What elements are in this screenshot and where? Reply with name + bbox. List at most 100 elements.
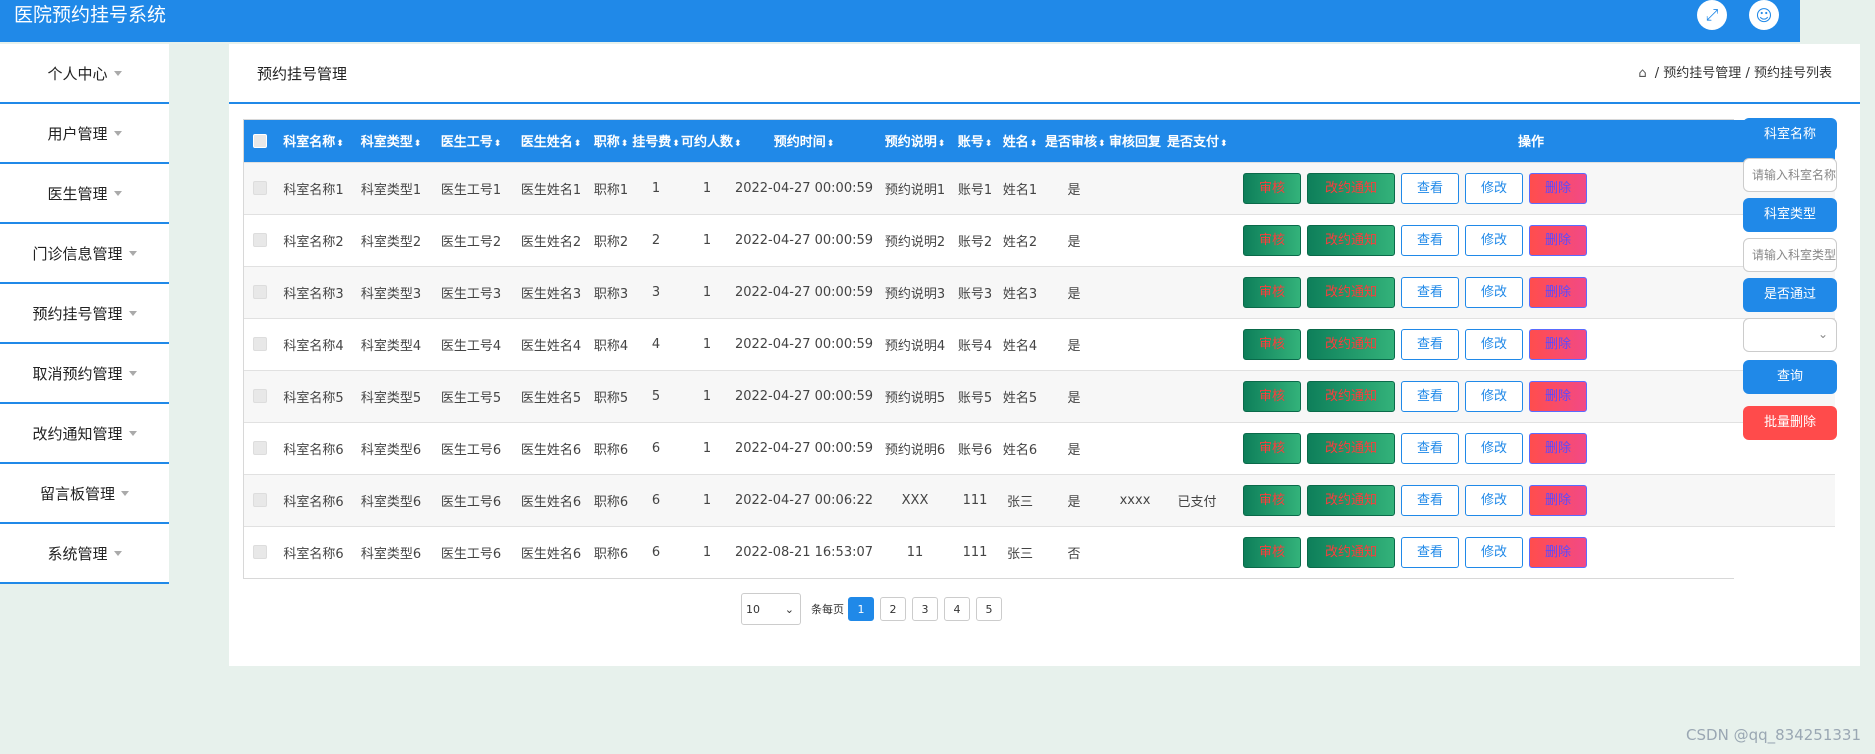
column-header[interactable]: 可约人数⬍	[681, 120, 742, 162]
delete-button[interactable]: 删除	[1529, 484, 1587, 516]
edit-button[interactable]: 修改	[1465, 172, 1523, 204]
home-icon[interactable]: ⌂	[1638, 66, 1646, 81]
sidebar-item[interactable]: 系统管理	[0, 524, 169, 584]
sort-icon[interactable]: ⬍	[938, 139, 946, 149]
row-checkbox[interactable]	[253, 337, 267, 351]
sidebar-item[interactable]: 改约通知管理	[0, 404, 169, 464]
view-button[interactable]: 查看	[1401, 224, 1459, 256]
sidebar-item[interactable]: 门诊信息管理	[0, 224, 169, 284]
delete-button[interactable]: 删除	[1529, 328, 1587, 360]
page-button[interactable]: 3	[912, 597, 938, 621]
column-header[interactable]: 挂号费⬍	[631, 120, 681, 162]
expand-icon[interactable]: ⤢	[1697, 0, 1727, 30]
sort-icon[interactable]: ⬍	[1220, 139, 1228, 149]
user-icon[interactable]: ☺	[1749, 0, 1779, 30]
column-header[interactable]: 姓名⬍	[995, 120, 1045, 162]
reschedule-notify-button[interactable]: 改约通知	[1307, 224, 1395, 256]
breadcrumb-level1[interactable]: 预约挂号管理	[1663, 66, 1741, 81]
sort-icon[interactable]: ⬍	[672, 139, 680, 149]
audit-button[interactable]: 审核	[1243, 432, 1301, 464]
audit-button[interactable]: 审核	[1243, 484, 1301, 516]
reschedule-notify-button[interactable]: 改约通知	[1307, 328, 1395, 360]
row-checkbox[interactable]	[253, 545, 267, 560]
column-header[interactable]: 科室名称⬍	[276, 120, 351, 162]
batch-delete-button[interactable]: 批量删除	[1743, 406, 1837, 440]
sort-icon[interactable]: ⬍	[985, 139, 993, 149]
delete-button[interactable]: 删除	[1529, 276, 1587, 308]
audit-button[interactable]: 审核	[1243, 224, 1301, 256]
sidebar-item[interactable]: 个人中心	[0, 44, 169, 104]
edit-button[interactable]: 修改	[1465, 328, 1523, 360]
audit-button[interactable]: 审核	[1243, 536, 1301, 568]
audit-button[interactable]: 审核	[1243, 172, 1301, 204]
edit-button[interactable]: 修改	[1465, 484, 1523, 516]
delete-button[interactable]: 删除	[1529, 380, 1587, 412]
reschedule-notify-button[interactable]: 改约通知	[1307, 276, 1395, 308]
sidebar-item[interactable]: 医生管理	[0, 164, 169, 224]
delete-button[interactable]: 删除	[1529, 432, 1587, 464]
reschedule-notify-button[interactable]: 改约通知	[1307, 172, 1395, 204]
sidebar-item[interactable]: 预约挂号管理	[0, 284, 169, 344]
dept-name-input[interactable]: 请输入科室名称	[1743, 158, 1837, 192]
page-button[interactable]: 4	[944, 597, 970, 621]
column-header[interactable]: 医生工号⬍	[431, 120, 511, 162]
column-header[interactable]: 是否支付⬍	[1167, 120, 1228, 162]
row-checkbox[interactable]	[253, 441, 267, 455]
sidebar-item[interactable]: 用户管理	[0, 104, 169, 164]
view-button[interactable]: 查看	[1401, 536, 1459, 568]
query-button[interactable]: 查询	[1743, 360, 1837, 394]
edit-button[interactable]: 修改	[1465, 536, 1523, 568]
sort-icon[interactable]: ⬍	[494, 139, 502, 149]
audit-button[interactable]: 审核	[1243, 276, 1301, 308]
sidebar-item[interactable]: 留言板管理	[0, 464, 169, 524]
dept-type-input[interactable]: 请输入科室类型	[1743, 238, 1837, 272]
reschedule-notify-button[interactable]: 改约通知	[1307, 536, 1395, 568]
audit-button[interactable]: 审核	[1243, 328, 1301, 360]
sort-icon[interactable]: ⬍	[336, 139, 344, 149]
column-header[interactable]: 是否审核⬍	[1045, 120, 1106, 162]
sort-icon[interactable]: ⬍	[574, 139, 582, 149]
sort-icon[interactable]: ⬍	[734, 139, 742, 149]
column-header[interactable]: 预约说明⬍	[875, 120, 955, 162]
column-header[interactable]: 预约时间⬍	[733, 120, 875, 162]
page-size-select[interactable]: 10 ⌄	[741, 593, 801, 625]
view-button[interactable]: 查看	[1401, 380, 1459, 412]
edit-button[interactable]: 修改	[1465, 224, 1523, 256]
page-button[interactable]: 5	[976, 597, 1002, 621]
audit-button[interactable]: 审核	[1243, 380, 1301, 412]
sort-icon[interactable]: ⬍	[621, 139, 629, 149]
sort-icon[interactable]: ⬍	[1030, 139, 1038, 149]
reschedule-notify-button[interactable]: 改约通知	[1307, 432, 1395, 464]
edit-button[interactable]: 修改	[1465, 276, 1523, 308]
breadcrumb-sep: /	[1745, 66, 1750, 81]
sort-icon[interactable]: ⬍	[1098, 139, 1106, 149]
delete-button[interactable]: 删除	[1529, 536, 1587, 568]
passed-select[interactable]: ⌄	[1743, 318, 1837, 352]
select-all-checkbox[interactable]	[253, 133, 267, 148]
view-button[interactable]: 查看	[1401, 276, 1459, 308]
row-checkbox[interactable]	[253, 233, 267, 247]
view-button[interactable]: 查看	[1401, 432, 1459, 464]
delete-button[interactable]: 删除	[1529, 224, 1587, 256]
view-button[interactable]: 查看	[1401, 484, 1459, 516]
column-header[interactable]: 职称⬍	[591, 120, 631, 162]
row-checkbox[interactable]	[253, 389, 267, 403]
column-header[interactable]: 账号⬍	[955, 120, 995, 162]
row-checkbox[interactable]	[253, 493, 267, 507]
page-button[interactable]: 1	[848, 597, 874, 621]
sort-icon[interactable]: ⬍	[414, 139, 422, 149]
view-button[interactable]: 查看	[1401, 172, 1459, 204]
row-checkbox[interactable]	[253, 181, 267, 195]
row-checkbox[interactable]	[253, 285, 267, 299]
edit-button[interactable]: 修改	[1465, 380, 1523, 412]
column-header[interactable]: 科室类型⬍	[351, 120, 431, 162]
reschedule-notify-button[interactable]: 改约通知	[1307, 484, 1395, 516]
delete-button[interactable]: 删除	[1529, 172, 1587, 204]
sidebar-item[interactable]: 取消预约管理	[0, 344, 169, 404]
page-button[interactable]: 2	[880, 597, 906, 621]
sort-icon[interactable]: ⬍	[827, 139, 835, 149]
column-header[interactable]: 医生姓名⬍	[511, 120, 591, 162]
reschedule-notify-button[interactable]: 改约通知	[1307, 380, 1395, 412]
edit-button[interactable]: 修改	[1465, 432, 1523, 464]
view-button[interactable]: 查看	[1401, 328, 1459, 360]
